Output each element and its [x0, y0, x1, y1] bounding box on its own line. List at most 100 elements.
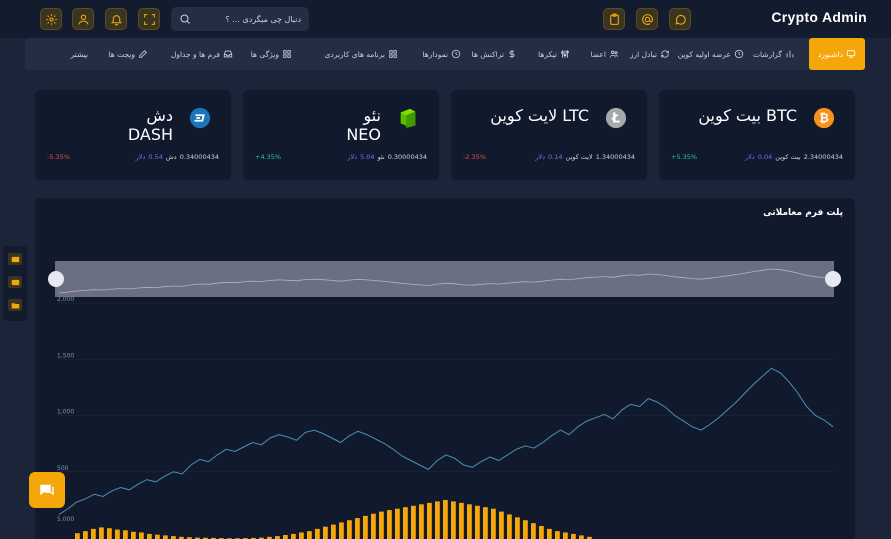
settings-icon: [45, 13, 57, 25]
price-unit: دلار: [347, 153, 358, 161]
inbox-icon: [223, 50, 233, 58]
nav-item-ico[interactable]: عرضه اولیه کوین: [678, 48, 744, 60]
user-icon: [78, 14, 88, 24]
users-icon: [609, 50, 619, 58]
nav-item-transactions[interactable]: تراکنش ها: [472, 48, 517, 60]
grid-icon: [389, 50, 397, 58]
side-tabs: [3, 246, 27, 321]
side-tab-folder[interactable]: [8, 299, 22, 311]
folder-icon: [11, 302, 19, 308]
chart-bar-icon: [786, 50, 794, 58]
nav-item-exchange[interactable]: تبادل ارز: [630, 48, 670, 60]
nav-item-label: برنامه های کاربردی: [324, 49, 385, 59]
y-tick-label: 500: [57, 465, 69, 472]
price-unit: دلار: [745, 153, 755, 161]
amount-coin: بیت کوین: [775, 153, 801, 161]
change-percent: +5.35%: [671, 153, 698, 161]
fullscreen-icon: [143, 13, 155, 25]
volume-bar: [99, 527, 104, 539]
settings-button[interactable]: [40, 8, 62, 30]
volume-bar: [507, 514, 512, 539]
volume-bar: [75, 533, 80, 539]
volume-bar: [547, 528, 552, 539]
volume-bar: [379, 511, 384, 539]
wallet-icon: [11, 279, 19, 285]
volume-bar: [123, 530, 128, 539]
chart-grid: [57, 302, 833, 473]
nav-item-tickers[interactable]: تیکرها: [538, 48, 570, 60]
nav-item-more[interactable]: بیشتر: [71, 48, 88, 60]
notifications-button[interactable]: [105, 8, 127, 30]
profile-button[interactable]: [72, 8, 94, 30]
dash-icon: [189, 107, 211, 129]
volume-bar: [323, 526, 328, 539]
dollar-icon: [509, 49, 515, 59]
volume-bar: [523, 520, 528, 539]
search-input[interactable]: دنبال چی میگردی ... ؟: [171, 7, 309, 31]
volume-bar: [299, 532, 304, 539]
coin-name-fa: نئو: [363, 106, 381, 125]
nav-item-reports[interactable]: گزارشات: [753, 48, 795, 60]
nav-item-label: فرم ها و جداول: [170, 49, 220, 59]
trading-chart[interactable]: 2,000 1,500 1,000 500 5,000: [35, 198, 855, 539]
volume-bar: [155, 534, 160, 539]
volume-bar: [387, 510, 392, 539]
navigator-handle-right[interactable]: [825, 271, 841, 287]
nav-item-widgets[interactable]: ویجت ها: [108, 48, 148, 60]
amount-value: 0.34000434: [179, 153, 219, 161]
volume-bar: [475, 505, 480, 539]
nav-item-label: بیشتر: [70, 49, 88, 59]
y-tick-label: 2,000: [57, 296, 74, 303]
chat-button[interactable]: [669, 8, 691, 30]
mail-button[interactable]: [636, 8, 658, 30]
volume-bar: [539, 526, 544, 539]
volume-tick-label: 5,000: [57, 516, 74, 523]
volume-bar: [467, 504, 472, 539]
nav-item-label: گزارشات: [752, 49, 782, 59]
side-tab-cards[interactable]: [8, 253, 22, 265]
y-tick-label: 1,500: [57, 352, 74, 359]
edit-icon: [139, 50, 147, 58]
volume-bar: [443, 500, 448, 539]
svg-text:₿: ₿: [819, 111, 829, 125]
volume-bar: [131, 531, 136, 539]
chart-navigator[interactable]: [48, 261, 841, 297]
volume-bar: [483, 507, 488, 539]
amount-coin: نئو: [377, 153, 385, 161]
fullscreen-button[interactable]: [138, 8, 160, 30]
nav-item-features[interactable]: ویژگی ها: [251, 48, 292, 60]
clipboard-button[interactable]: [603, 8, 625, 30]
coin-card-neo: نئو NEO 0.30000434 نئو 5.04 دلار +4.35%: [243, 90, 439, 180]
price-value: 0.54: [148, 153, 163, 161]
navigator-handle-left[interactable]: [48, 271, 64, 287]
side-tab-wallet[interactable]: [8, 276, 22, 288]
floating-chat-button[interactable]: [29, 472, 65, 508]
amount-value: 0.30000434: [387, 153, 427, 161]
app-title: Crypto Admin: [771, 9, 867, 25]
coin-name: دش DASH: [128, 106, 173, 144]
neo-icon: [400, 108, 416, 129]
nav-item-forms-tables[interactable]: فرم ها و جداول: [171, 48, 233, 60]
card-icon: [11, 256, 19, 262]
nav-item-members[interactable]: اعضا: [591, 48, 619, 60]
coin-amount: 1.34000434 لایت کوین 0.14 دلار: [535, 153, 635, 161]
volume-bar: [571, 533, 576, 539]
nav-item-label: ویجت ها: [108, 49, 135, 59]
volume-bar: [147, 533, 152, 539]
clock-icon: [734, 49, 744, 59]
navigator-range[interactable]: [55, 261, 834, 297]
coin-card-dash: دش DASH 0.34000434 دش 0.54 دلار -5.35%: [35, 90, 231, 180]
volume-bars: [75, 500, 592, 539]
nav-item-label: اعضا: [590, 49, 606, 59]
change-percent: +4.35%: [255, 153, 282, 161]
nav-item-dashboard[interactable]: داشبورد: [809, 38, 865, 70]
coin-name: لایت کوین LTC: [490, 106, 589, 125]
y-axis-labels: 2,000 1,500 1,000 500: [57, 296, 74, 472]
at-icon: [641, 13, 653, 25]
nav-item-applications[interactable]: برنامه های کاربردی: [325, 48, 398, 60]
nav-item-charts[interactable]: نمودارها: [422, 48, 461, 60]
price-value: 0.14: [548, 153, 563, 161]
nav-item-label: تراکنش ها: [471, 49, 504, 59]
volume-bar: [371, 513, 376, 539]
amount-coin: دش: [165, 153, 177, 161]
